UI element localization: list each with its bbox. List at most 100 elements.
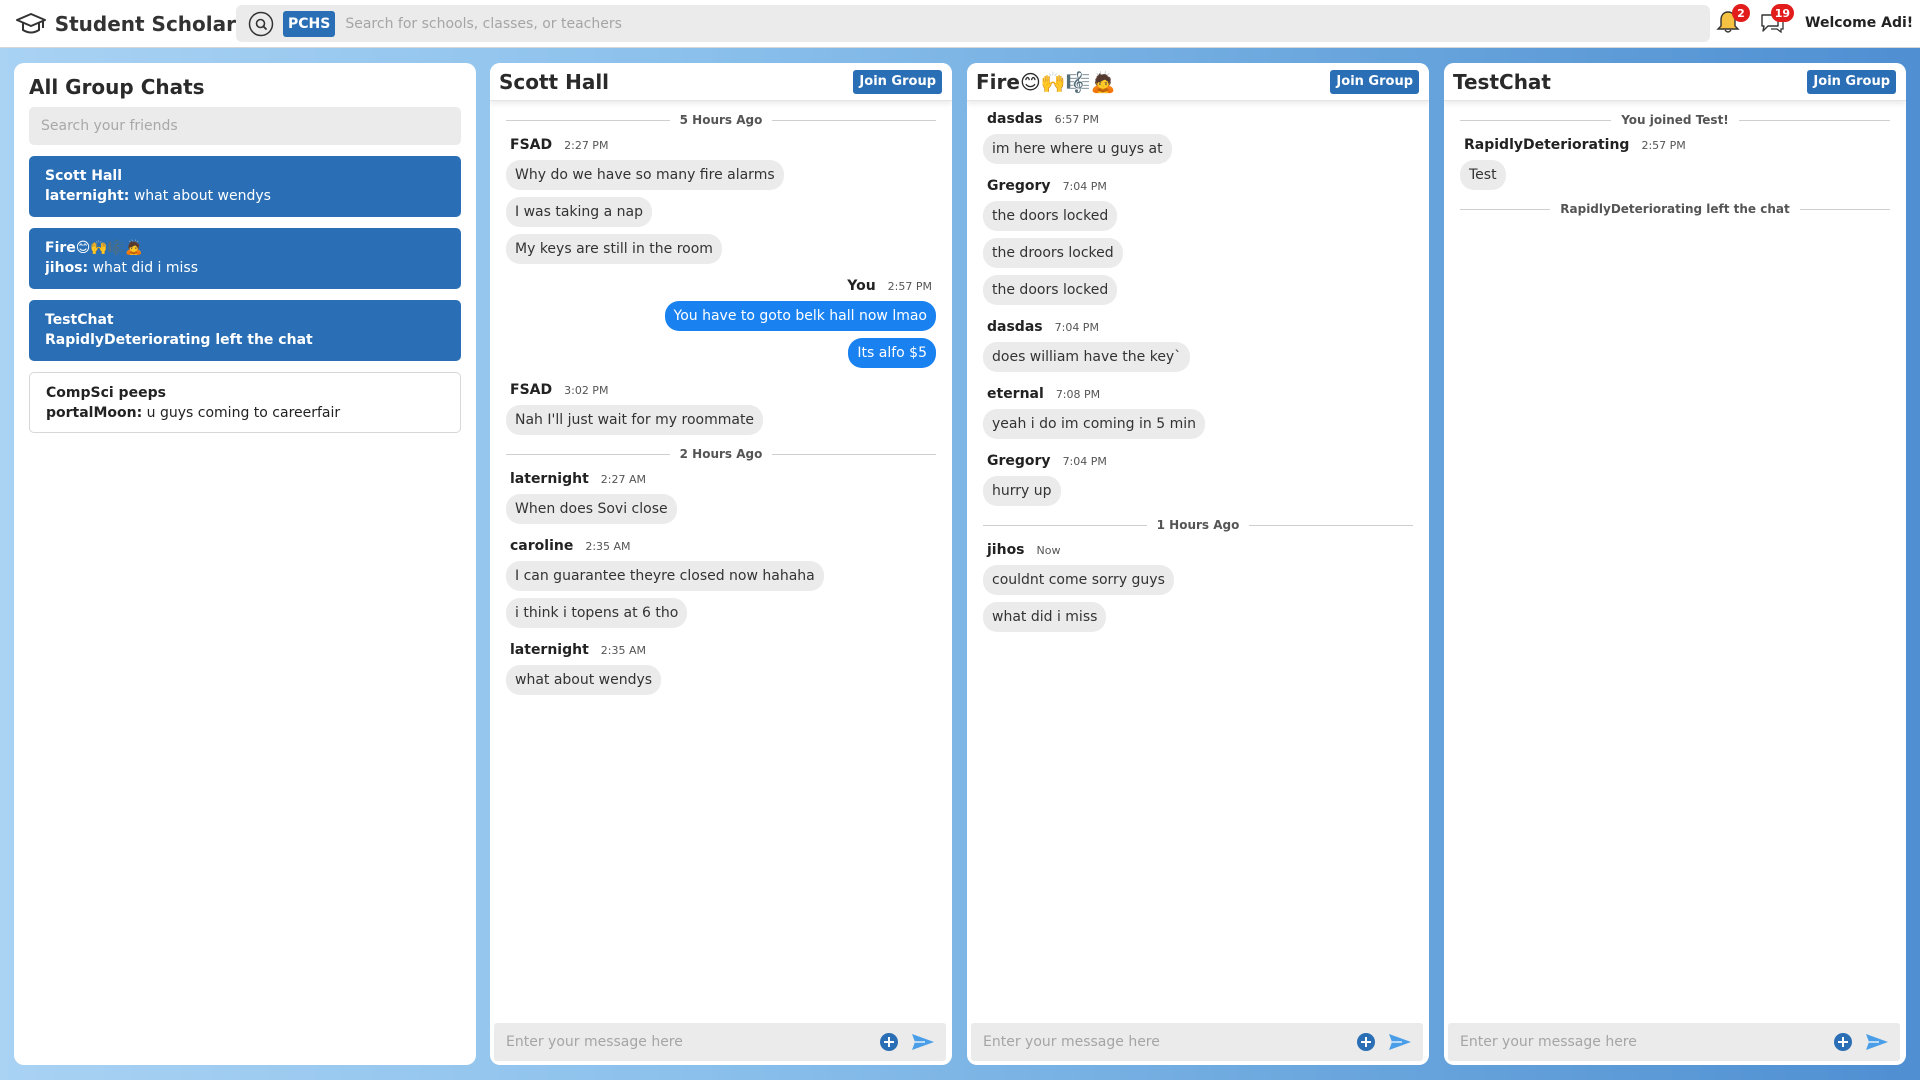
chat-card-preview: portalMoon: u guys coming to careerfair [46, 403, 444, 423]
message-header: caroline 2:35 AM [510, 538, 936, 554]
chat-card-compsci-peeps[interactable]: CompSci peeps portalMoon: u guys coming … [29, 372, 461, 433]
message-composer [494, 1023, 946, 1061]
message-time: 2:35 AM [585, 540, 631, 553]
sender-name[interactable]: caroline [510, 538, 573, 554]
sender-name[interactable]: Gregory [987, 453, 1051, 469]
add-attachment-icon[interactable] [1355, 1031, 1377, 1053]
message-time: 2:57 PM [887, 280, 932, 293]
global-search-input[interactable] [345, 15, 1346, 32]
chat-card-scott-hall[interactable]: Scott Hall laternight: what about wendys [29, 156, 461, 217]
time-divider: 2 Hours Ago [506, 447, 936, 461]
message-time: 2:57 PM [1641, 139, 1686, 152]
system-divider: You joined Test! [1460, 113, 1890, 127]
message-composer [971, 1023, 1423, 1061]
message-header: dasdas 7:04 PM [987, 319, 1413, 335]
chat-card-preview: jihos: what did i miss [45, 258, 445, 278]
send-icon[interactable] [1387, 1031, 1413, 1053]
sender-name[interactable]: eternal [987, 386, 1044, 402]
notifications-button[interactable]: 2 [1712, 4, 1750, 40]
top-navbar: Student Scholar PCHS 2 19 [0, 0, 1920, 48]
chat-title: Fire😊🙌🎼🙇 [976, 69, 1116, 94]
time-divider: 5 Hours Ago [506, 113, 936, 127]
chat-panel-scott-hall: Scott Hall Join Group 5 Hours Ago FSAD 2:… [490, 63, 952, 1065]
chat-card-title: CompSci peeps [46, 385, 166, 401]
chat-card-preview: RapidlyDeteriorating left the chat [45, 330, 445, 350]
chat-card-text: u guys coming to careerfair [142, 405, 341, 421]
graduation-cap-icon [16, 8, 47, 40]
sender-name[interactable]: jihos [987, 542, 1025, 558]
message-input[interactable] [1448, 1034, 1832, 1050]
message-composer [1448, 1023, 1900, 1061]
message-header: Gregory 7:04 PM [987, 453, 1413, 469]
send-icon[interactable] [910, 1031, 936, 1053]
message-input[interactable] [494, 1034, 878, 1050]
time-divider: 1 Hours Ago [983, 518, 1413, 532]
message-bubble: what about wendys [506, 665, 662, 695]
chat-card-sender: portalMoon: [46, 405, 143, 421]
send-icon[interactable] [1864, 1031, 1890, 1053]
messages-button[interactable]: 19 [1756, 4, 1794, 40]
system-divider: RapidlyDeteriorating left the chat [1460, 202, 1890, 216]
chat-header: TestChat Join Group [1444, 63, 1906, 101]
message-bubble: im here where u guys at [983, 134, 1172, 164]
sender-name[interactable]: FSAD [510, 137, 552, 153]
sender-name[interactable]: laternight [510, 642, 589, 658]
join-group-button[interactable]: Join Group [853, 69, 942, 94]
message-time: 7:04 PM [1054, 321, 1099, 334]
school-badge[interactable]: PCHS [283, 10, 336, 37]
message-list[interactable]: You joined Test! RapidlyDeteriorating 2:5… [1444, 101, 1906, 981]
message-header: dasdas 6:57 PM [987, 111, 1413, 127]
sender-name[interactable]: FSAD [510, 382, 552, 398]
chat-card-text: RapidlyDeteriorating left the chat [45, 332, 313, 348]
message-input[interactable] [971, 1034, 1355, 1050]
message-list[interactable]: dasdas 6:57 PM im here where u guys at Gr… [967, 111, 1429, 991]
chat-card-sender: laternight: [45, 188, 130, 204]
sender-name[interactable]: dasdas [987, 319, 1043, 335]
brand[interactable]: Student Scholar [16, 8, 236, 40]
sender-name[interactable]: Gregory [987, 178, 1051, 194]
message-header: FSAD 2:27 PM [510, 137, 936, 153]
message-bubble: does william have the key` [983, 342, 1191, 372]
chat-header: Scott Hall Join Group [490, 63, 952, 101]
join-group-button[interactable]: Join Group [1330, 69, 1419, 94]
message-time: 3:02 PM [564, 384, 609, 397]
sender-name[interactable]: laternight [510, 471, 589, 487]
friends-search-input[interactable] [29, 107, 461, 145]
message-header: Gregory 7:04 PM [987, 178, 1413, 194]
message-time: 7:04 PM [1062, 180, 1107, 193]
message-header: You 2:57 PM [510, 278, 932, 294]
message-header: RapidlyDeteriorating 2:57 PM [1464, 137, 1890, 153]
chat-card-testchat[interactable]: TestChat RapidlyDeteriorating left the c… [29, 300, 461, 361]
message-bubble: the doors locked [983, 275, 1118, 305]
search-icon[interactable] [247, 10, 275, 38]
chat-card-sender: jihos: [45, 260, 89, 276]
sender-name: You [847, 278, 876, 294]
add-attachment-icon[interactable] [1832, 1031, 1854, 1053]
message-header: FSAD 3:02 PM [510, 382, 936, 398]
messages-count-badge: 19 [1770, 4, 1794, 22]
message-time: 6:57 PM [1054, 113, 1099, 126]
sender-name[interactable]: dasdas [987, 111, 1043, 127]
system-divider-label: You joined Test! [1621, 113, 1729, 127]
message-bubble: what did i miss [983, 602, 1107, 632]
my-message-bubble: You have to goto belk hall now lmao [664, 301, 936, 331]
message-bubble: hurry up [983, 476, 1061, 506]
system-divider-label: RapidlyDeteriorating left the chat [1560, 202, 1790, 216]
welcome-user[interactable]: Welcome Adi! [1805, 15, 1913, 31]
join-group-button[interactable]: Join Group [1807, 69, 1896, 94]
chat-panel-testchat: TestChat Join Group You joined Test! Rap… [1444, 63, 1906, 1065]
sidebar-title: All Group Chats [29, 75, 205, 99]
add-attachment-icon[interactable] [878, 1031, 900, 1053]
chat-card-fire[interactable]: Fire😊🙌🎼🙇 jihos: what did i miss [29, 228, 461, 289]
app-name: Student Scholar [54, 11, 236, 36]
chat-card-text: what did i miss [88, 260, 198, 276]
chat-card-title: Fire😊🙌🎼🙇 [45, 240, 143, 256]
notifications-count-badge: 2 [1732, 4, 1750, 22]
message-time: Now [1036, 544, 1061, 557]
time-divider-label: 5 Hours Ago [679, 113, 763, 127]
message-time: 7:08 PM [1055, 388, 1101, 401]
message-list[interactable]: 5 Hours Ago FSAD 2:27 PM Why do we have s… [490, 101, 952, 981]
message-bubble: the droors locked [983, 238, 1123, 268]
message-header: eternal 7:08 PM [987, 386, 1413, 402]
sender-name[interactable]: RapidlyDeteriorating [1464, 137, 1629, 153]
